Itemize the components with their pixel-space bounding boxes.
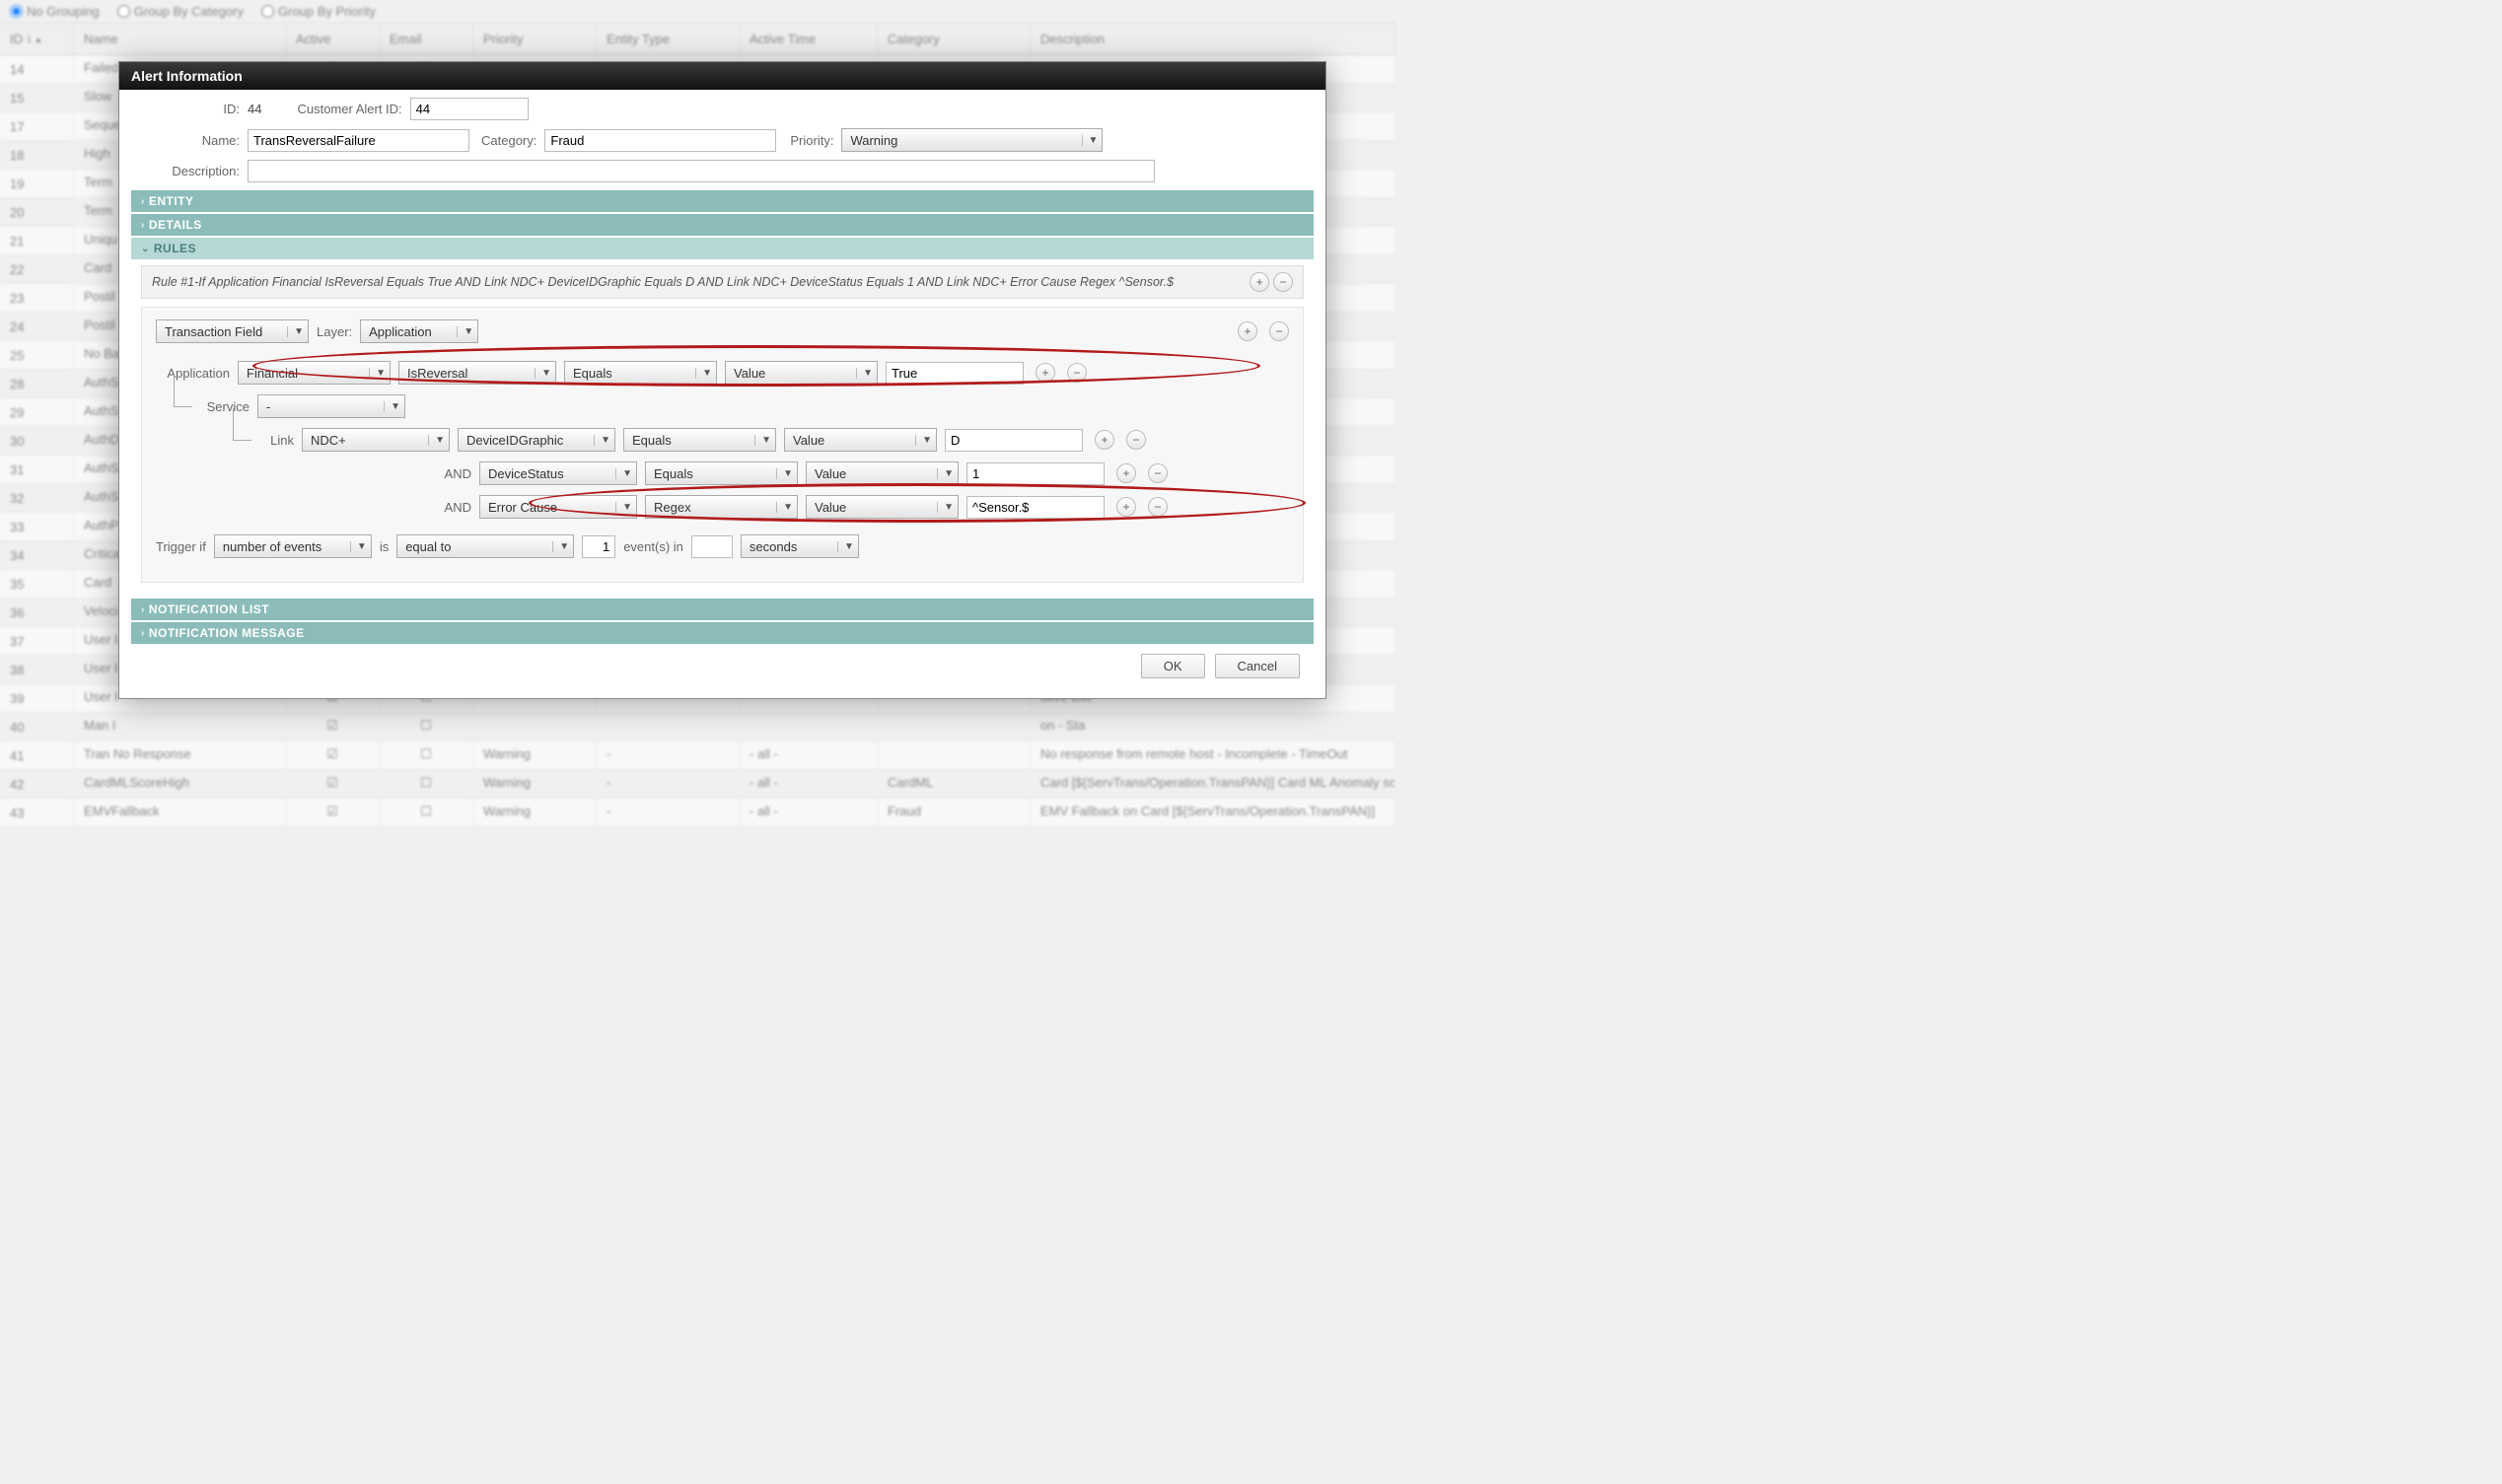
input-name[interactable] [248,129,469,152]
select-app-field[interactable]: IsReversal▼ [398,361,556,385]
chevron-right-icon: › [141,220,145,231]
chevron-down-icon: ▼ [937,468,954,479]
add-condition-button[interactable]: + [1116,497,1136,517]
chevron-down-icon: ▼ [384,401,400,412]
chevron-down-icon: ▼ [594,435,610,446]
select-trigger-metric[interactable]: number of events▼ [214,534,372,558]
select-cond2-vt[interactable]: Value▼ [806,461,959,485]
chevron-down-icon: ▼ [856,368,873,379]
input-cond2-value[interactable] [966,462,1105,485]
chevron-down-icon: ▼ [837,541,854,552]
label-trigger: Trigger if [156,539,206,554]
alert-information-dialog: Alert Information ID: 44 Customer Alert … [118,61,1326,699]
value-id: 44 [248,102,261,116]
remove-condition-button[interactable]: − [1126,430,1146,450]
input-category[interactable] [544,129,776,152]
select-priority[interactable]: Warning▼ [841,128,1103,152]
chevron-down-icon: ▼ [350,541,367,552]
section-rules[interactable]: ⌄RULES [131,238,1314,259]
remove-condition-button[interactable]: − [1067,363,1087,383]
label-customer-alert-id: Customer Alert ID: [297,102,401,116]
input-customer-alert-id[interactable] [410,98,529,120]
rule-builder: Transaction Field▼ Layer: Application▼ +… [141,307,1304,583]
select-cond3-field[interactable]: Error Cause▼ [479,495,637,519]
remove-block-button[interactable]: − [1269,321,1289,341]
select-cond2-op[interactable]: Equals▼ [645,461,798,485]
chevron-down-icon: ▼ [1082,135,1099,146]
label-is: is [380,539,389,554]
chevron-down-icon: ▼ [754,435,771,446]
section-entity[interactable]: ›ENTITY [131,190,1314,212]
chevron-down-icon: ▼ [535,368,551,379]
select-trigger-comparator[interactable]: equal to▼ [396,534,574,558]
section-notification-message[interactable]: ›NOTIFICATION MESSAGE [131,622,1314,644]
select-cond2-field[interactable]: DeviceStatus▼ [479,461,637,485]
add-block-button[interactable]: + [1238,321,1257,341]
chevron-down-icon: ▼ [369,368,386,379]
label-description: Description: [131,164,240,178]
dialog-title: Alert Information [119,62,1325,90]
select-app-valuetype[interactable]: Value▼ [725,361,878,385]
add-condition-button[interactable]: + [1095,430,1114,450]
select-cond1-op[interactable]: Equals▼ [623,428,776,452]
add-condition-button[interactable]: + [1036,363,1055,383]
chevron-down-icon: ▼ [615,502,632,513]
label-and: AND [432,466,471,481]
chevron-down-icon: ▼ [615,468,632,479]
chevron-right-icon: › [141,628,145,639]
select-app-operator[interactable]: Equals▼ [564,361,717,385]
cancel-button[interactable]: Cancel [1215,654,1300,678]
section-details[interactable]: ›DETAILS [131,214,1314,236]
select-service[interactable]: -▼ [257,394,405,418]
label-name: Name: [131,133,240,148]
select-source-type[interactable]: Transaction Field▼ [156,319,309,343]
label-events-in: event(s) in [623,539,683,554]
label-layer: Layer: [317,324,352,339]
ok-button[interactable]: OK [1141,654,1205,678]
label-and: AND [432,500,471,515]
remove-rule-button[interactable]: − [1273,272,1293,292]
modal-overlay: Alert Information ID: 44 Customer Alert … [0,0,1395,826]
label-priority: Priority: [790,133,833,148]
label-application: Application [156,366,230,381]
chevron-down-icon: ▼ [776,468,793,479]
input-cond1-value[interactable] [945,429,1083,452]
select-cond1-vt[interactable]: Value▼ [784,428,937,452]
input-trigger-count[interactable] [582,535,615,558]
input-cond3-value[interactable] [966,496,1105,519]
label-category: Category: [481,133,536,148]
chevron-down-icon: ▼ [695,368,712,379]
select-layer[interactable]: Application▼ [360,319,478,343]
input-trigger-window[interactable] [691,535,733,558]
label-id: ID: [131,102,240,116]
remove-condition-button[interactable]: − [1148,497,1168,517]
chevron-right-icon: › [141,196,145,207]
chevron-down-icon: ▼ [915,435,932,446]
chevron-down-icon: ▼ [428,435,445,446]
chevron-down-icon: ▼ [776,502,793,513]
rules-area: Rule #1-If Application Financial IsRever… [131,259,1314,597]
select-link[interactable]: NDC+▼ [302,428,450,452]
section-notification-list[interactable]: ›NOTIFICATION LIST [131,599,1314,620]
select-trigger-unit[interactable]: seconds▼ [741,534,859,558]
select-application[interactable]: Financial▼ [238,361,391,385]
label-link: Link [254,433,294,448]
rule-summary-row: Rule #1-If Application Financial IsRever… [141,265,1304,299]
rule-summary-text: Rule #1-If Application Financial IsRever… [152,275,1174,289]
chevron-down-icon: ▼ [552,541,569,552]
add-rule-button[interactable]: + [1250,272,1269,292]
add-condition-button[interactable]: + [1116,463,1136,483]
input-app-value[interactable] [886,362,1024,385]
select-cond3-vt[interactable]: Value▼ [806,495,959,519]
select-cond3-op[interactable]: Regex▼ [645,495,798,519]
remove-condition-button[interactable]: − [1148,463,1168,483]
chevron-down-icon: ⌄ [141,244,150,254]
input-description[interactable] [248,160,1155,182]
chevron-right-icon: › [141,604,145,615]
chevron-down-icon: ▼ [457,326,473,337]
chevron-down-icon: ▼ [287,326,304,337]
select-cond1-field[interactable]: DeviceIDGraphic▼ [458,428,615,452]
chevron-down-icon: ▼ [937,502,954,513]
